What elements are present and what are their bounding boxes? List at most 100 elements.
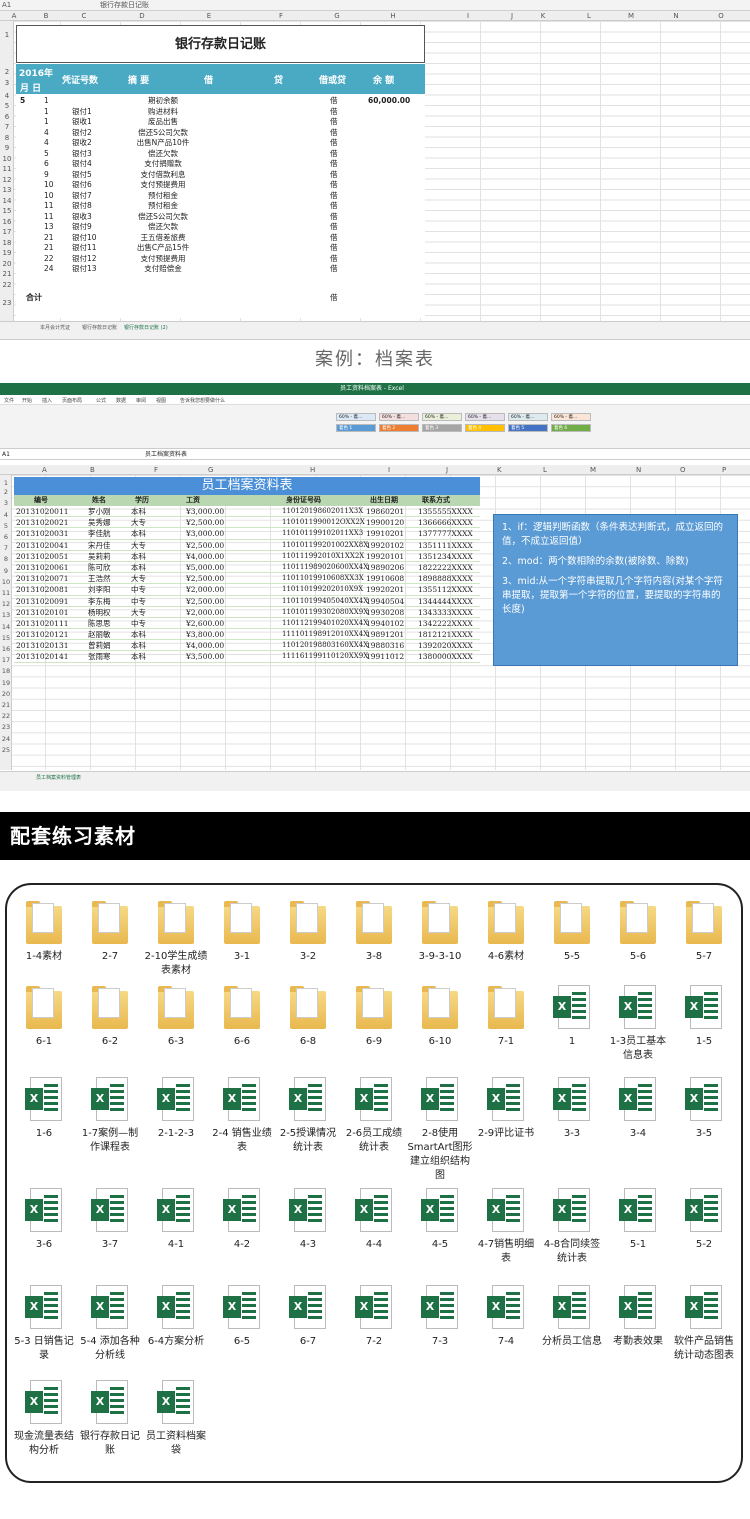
excel-file[interactable]: X 4-4 — [341, 1188, 407, 1252]
row-header[interactable]: 2 — [0, 488, 12, 496]
folder-item[interactable]: 6-9 — [341, 985, 407, 1049]
sheet-tab-active[interactable]: 员工档案资料管理表 — [36, 774, 81, 781]
row-header[interactable]: 8 — [0, 134, 14, 142]
column-header[interactable]: A — [42, 465, 47, 475]
column-header[interactable]: D — [136, 11, 148, 21]
column-header[interactable]: B — [40, 11, 52, 21]
row-header[interactable]: 21 — [0, 270, 14, 278]
folder-item[interactable]: 1-4素材 — [11, 900, 77, 964]
excel-file[interactable]: X 3-3 — [539, 1077, 605, 1141]
column-header[interactable]: K — [497, 465, 502, 475]
row-header[interactable]: 22 — [0, 712, 12, 720]
column-header[interactable]: I — [462, 11, 474, 21]
row-header[interactable]: 22 — [0, 281, 14, 289]
row-header[interactable]: 13 — [0, 611, 12, 619]
row-header[interactable]: 7 — [0, 123, 14, 131]
sheet-tab[interactable]: 银行存款日记账 — [82, 324, 117, 331]
column-header[interactable]: N — [670, 11, 682, 21]
cell-style[interactable]: 60% - 着... — [379, 413, 419, 421]
row-header[interactable]: 9 — [0, 567, 12, 575]
column-header[interactable]: I — [388, 465, 390, 475]
excel-file[interactable]: X 4-7销售明细表 — [473, 1188, 539, 1266]
row-header[interactable]: 7 — [0, 544, 12, 552]
row-header[interactable]: 1 — [0, 31, 14, 39]
folder-item[interactable]: 6-10 — [407, 985, 473, 1049]
row-header[interactable]: 10 — [0, 155, 14, 163]
column-header[interactable]: A — [8, 11, 20, 21]
column-header[interactable]: P — [722, 465, 726, 475]
row-header[interactable]: 4 — [0, 92, 14, 100]
excel-file[interactable]: X 6-7 — [275, 1285, 341, 1349]
excel-file[interactable]: X 4-8合同续签统计表 — [539, 1188, 605, 1266]
cell-style[interactable]: 着色 4 — [465, 424, 505, 432]
formula-content[interactable]: 员工档案资料表 — [145, 450, 187, 460]
column-header[interactable]: H — [310, 465, 315, 475]
cell-style[interactable]: 60% - 着... — [422, 413, 462, 421]
excel-file[interactable]: X 4-1 — [143, 1188, 209, 1252]
row-header[interactable]: 17 — [0, 228, 14, 236]
row-header[interactable]: 12 — [0, 176, 14, 184]
excel-file[interactable]: X 3-5 — [671, 1077, 737, 1141]
excel-file[interactable]: X 7-3 — [407, 1285, 473, 1349]
sheet-tab[interactable]: 本月会计凭证 — [40, 324, 70, 331]
excel-file[interactable]: X 2-6员工成绩统计表 — [341, 1077, 407, 1155]
folder-item[interactable]: 3-2 — [275, 900, 341, 964]
excel-file[interactable]: X 4-5 — [407, 1188, 473, 1252]
excel-file[interactable]: X 4-3 — [275, 1188, 341, 1252]
row-header[interactable]: 17 — [0, 656, 12, 664]
column-header[interactable]: E — [203, 11, 215, 21]
folder-item[interactable]: 3-1 — [209, 900, 275, 964]
cell-style[interactable]: 60% - 着... — [336, 413, 376, 421]
ribbon-tab[interactable]: 公式 — [96, 397, 106, 404]
row-header[interactable]: 11 — [0, 589, 12, 597]
folder-item[interactable]: 6-6 — [209, 985, 275, 1049]
row-header[interactable]: 2 — [0, 68, 14, 76]
folder-item[interactable]: 3-8 — [341, 900, 407, 964]
folder-item[interactable]: 6-8 — [275, 985, 341, 1049]
row-header[interactable]: 16 — [0, 218, 14, 226]
excel-file[interactable]: X 1-5 — [671, 985, 737, 1049]
column-header[interactable]: O — [715, 11, 727, 21]
name-box[interactable]: A1 — [2, 0, 11, 11]
row-header[interactable]: 20 — [0, 690, 12, 698]
ribbon-tab[interactable]: 告诉我您想要做什么 — [180, 397, 225, 404]
ribbon-tab[interactable]: 文件 — [4, 397, 14, 404]
column-header[interactable]: J — [446, 465, 448, 475]
excel-file[interactable]: X 1-7案例—制作课程表 — [77, 1077, 143, 1155]
cell-style[interactable]: 60% - 着... — [465, 413, 505, 421]
excel-file[interactable]: X 1-3员工基本信息表 — [605, 985, 671, 1063]
row-header[interactable]: 6 — [0, 533, 12, 541]
column-header[interactable]: O — [680, 465, 686, 475]
excel-file[interactable]: X 2-5授课情况统计表 — [275, 1077, 341, 1155]
column-header[interactable]: M — [590, 465, 596, 475]
row-header[interactable]: 12 — [0, 600, 12, 608]
row-header[interactable]: 23 — [0, 299, 14, 307]
row-header[interactable]: 25 — [0, 746, 12, 754]
row-header[interactable]: 18 — [0, 667, 12, 675]
excel-file[interactable]: X 2-1-2-3 — [143, 1077, 209, 1141]
row-header[interactable]: 14 — [0, 623, 12, 631]
row-header[interactable]: 10 — [0, 578, 12, 586]
excel-file[interactable]: X 5-2 — [671, 1188, 737, 1252]
excel-file[interactable]: X 3-7 — [77, 1188, 143, 1252]
formula-bar[interactable]: A1 银行存款日记账 — [0, 0, 750, 11]
excel-file[interactable]: X 2-4 销售业绩表 — [209, 1077, 275, 1155]
excel-file[interactable]: X 3-4 — [605, 1077, 671, 1141]
excel-file[interactable]: X 分析员工信息 — [539, 1285, 605, 1349]
cell-style[interactable]: 着色 2 — [379, 424, 419, 432]
excel-file[interactable]: X 4-2 — [209, 1188, 275, 1252]
row-header[interactable]: 6 — [0, 113, 14, 121]
column-header[interactable]: F — [154, 465, 158, 475]
sheet-tab[interactable]: 银行存款日记账 (2) — [124, 324, 168, 331]
folder-item[interactable]: 7-1 — [473, 985, 539, 1049]
column-header[interactable]: L — [583, 11, 595, 21]
row-header[interactable]: 14 — [0, 197, 14, 205]
column-header[interactable]: B — [90, 465, 95, 475]
ribbon-tab[interactable]: 页面布局 — [62, 397, 82, 404]
excel-file[interactable]: X 员工资料档案袋 — [143, 1380, 209, 1458]
excel-file[interactable]: X 7-4 — [473, 1285, 539, 1349]
cell-styles-gallery[interactable]: 60% - 着... 60% - 着... 60% - 着... 60% - 着...… — [336, 413, 591, 443]
excel-file[interactable]: X 软件产品销售统计动态图表 — [671, 1285, 737, 1363]
column-header[interactable]: K — [537, 11, 549, 21]
excel-file[interactable]: X 5-4 添加各种分析线 — [77, 1285, 143, 1363]
